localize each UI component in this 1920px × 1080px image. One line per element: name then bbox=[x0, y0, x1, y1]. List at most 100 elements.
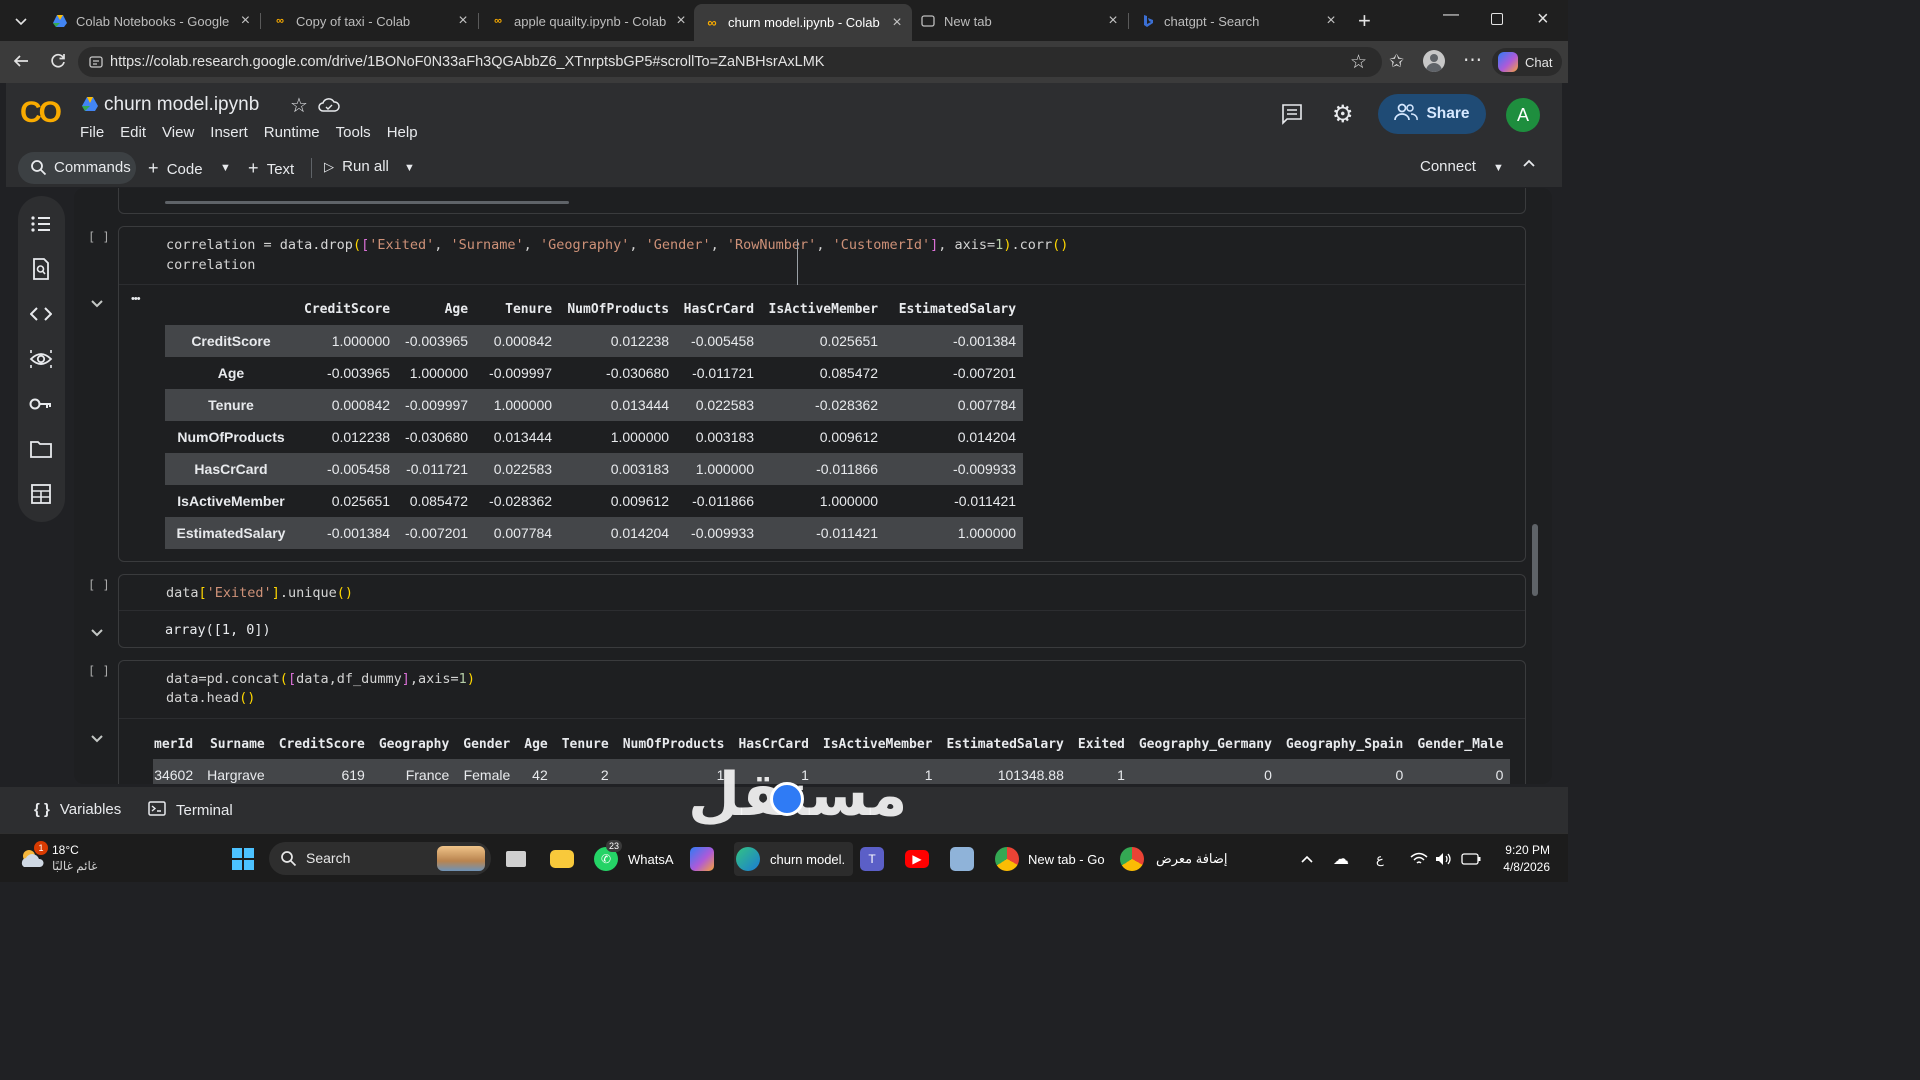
table-cell: 1.000000 bbox=[610, 429, 670, 445]
url-input[interactable]: https://colab.research.google.com/drive/… bbox=[78, 47, 1382, 77]
taskbar-search-box[interactable]: Search bbox=[269, 842, 491, 875]
input-language-indicator[interactable]: ع bbox=[1376, 847, 1384, 871]
browser-tab-apple-quality[interactable]: ∞ apple quailty.ipynb - Colab × bbox=[482, 6, 694, 36]
close-tab-icon[interactable]: × bbox=[674, 12, 688, 30]
settings-gear-icon[interactable]: ⚙ bbox=[1332, 100, 1354, 129]
site-info-icon[interactable] bbox=[88, 54, 104, 75]
close-tab-icon[interactable]: × bbox=[456, 12, 470, 30]
comments-icon[interactable] bbox=[1281, 103, 1303, 130]
close-tab-icon[interactable]: × bbox=[239, 12, 252, 30]
code-editor[interactable]: correlation = data.drop(['Exited', 'Surn… bbox=[119, 227, 1525, 285]
weather-widget[interactable]: 1 18°C غائم غالبًا bbox=[18, 841, 128, 877]
clock[interactable]: 9:20 PM 4/8/2026 bbox=[1496, 842, 1550, 876]
browser-tab-colab-notebooks[interactable]: Colab Notebooks - Google D × bbox=[44, 6, 258, 36]
star-notebook-icon[interactable]: ☆ bbox=[290, 93, 308, 118]
menu-edit[interactable]: Edit bbox=[120, 124, 146, 141]
cloud-save-status-icon[interactable] bbox=[318, 97, 340, 118]
notebook-title[interactable]: churn model.ipynb bbox=[104, 94, 259, 116]
taskbar-chrome-add-exhibit[interactable]: إضافة معرض bbox=[1120, 847, 1228, 871]
collapse-output-chevron-icon[interactable] bbox=[90, 625, 104, 641]
menu-file[interactable]: File bbox=[80, 124, 104, 141]
code-editor[interactable]: data['Exited'].unique() bbox=[119, 575, 1525, 611]
back-arrow-icon[interactable] bbox=[11, 51, 31, 77]
window-close-icon[interactable]: × bbox=[1537, 8, 1549, 31]
taskbar-whatsapp[interactable]: ✆ 23 WhatsA bbox=[594, 840, 674, 871]
taskbar-app[interactable] bbox=[950, 847, 974, 871]
notebook-area[interactable]: [ ] correlation = data.drop(['Exited', '… bbox=[74, 188, 1552, 784]
output-actions-ellipsis[interactable]: ••• bbox=[131, 293, 141, 305]
favorites-icon[interactable]: ✩ bbox=[1389, 51, 1404, 72]
share-button[interactable]: Share bbox=[1378, 94, 1486, 134]
commands-button[interactable]: Commands bbox=[18, 152, 136, 184]
collapse-output-chevron-icon[interactable] bbox=[90, 731, 104, 747]
secrets-eye-icon[interactable] bbox=[29, 347, 53, 371]
run-all-dropdown-icon[interactable]: ▼ bbox=[404, 162, 415, 174]
key-icon[interactable] bbox=[29, 392, 53, 416]
window-minimize-icon[interactable]: — bbox=[1443, 6, 1459, 24]
menu-runtime[interactable]: Runtime bbox=[264, 124, 320, 141]
more-options-icon[interactable]: ⋯ bbox=[1463, 49, 1482, 72]
copilot-chat-button[interactable]: Chat bbox=[1492, 48, 1562, 76]
table-cell: 0 bbox=[1395, 767, 1404, 783]
taskbar-chrome-new-tab[interactable]: New tab - Go bbox=[995, 847, 1105, 871]
close-tab-icon[interactable]: × bbox=[890, 14, 904, 32]
row-index: Tenure bbox=[208, 397, 254, 413]
browser-tab-new-tab[interactable]: New tab × bbox=[912, 6, 1126, 36]
battery-icon[interactable] bbox=[1461, 847, 1481, 871]
close-tab-icon[interactable]: × bbox=[1106, 12, 1120, 30]
bookmark-star-icon[interactable]: ☆ bbox=[1350, 51, 1367, 74]
taskbar-copilot[interactable] bbox=[690, 847, 714, 871]
data-table-icon[interactable] bbox=[29, 482, 53, 506]
horizontal-scrollbar[interactable] bbox=[165, 201, 569, 204]
reload-icon[interactable] bbox=[48, 51, 68, 77]
copilot-icon bbox=[690, 847, 714, 871]
run-all-button[interactable]: ▷ Run all bbox=[324, 158, 389, 175]
table-cell: 0.012238 bbox=[610, 333, 670, 349]
collapse-header-chevron-icon[interactable] bbox=[1522, 156, 1536, 174]
terminal-button[interactable]: Terminal bbox=[148, 801, 233, 820]
connect-dropdown-icon[interactable]: ▼ bbox=[1493, 162, 1504, 174]
wifi-icon[interactable] bbox=[1410, 847, 1428, 871]
add-text-button[interactable]: + Text bbox=[248, 158, 294, 179]
code-cell-unique[interactable]: data['Exited'].unique() array([1, 0]) bbox=[118, 574, 1526, 648]
connect-button[interactable]: Connect bbox=[1420, 158, 1476, 175]
taskbar-youtube[interactable]: ▶ bbox=[905, 847, 929, 871]
system-tray-chevron-icon[interactable] bbox=[1300, 847, 1314, 871]
variables-button[interactable]: { } Variables bbox=[34, 801, 121, 818]
browser-tab-churn-model[interactable]: ∞ churn model.ipynb - Colab × bbox=[694, 4, 912, 41]
account-avatar[interactable]: A bbox=[1506, 98, 1540, 132]
menu-tools[interactable]: Tools bbox=[336, 124, 371, 141]
taskbar-teams[interactable]: T bbox=[860, 847, 884, 871]
collapse-output-chevron-icon[interactable] bbox=[90, 296, 104, 312]
window-restore-icon[interactable] bbox=[1491, 13, 1503, 25]
vertical-scrollbar[interactable] bbox=[1532, 524, 1538, 596]
onedrive-cloud-icon[interactable]: ☁ bbox=[1333, 847, 1349, 871]
table-cell: 1 bbox=[1117, 767, 1125, 783]
taskbar-task-view-icon[interactable] bbox=[506, 847, 526, 871]
add-code-dropdown-icon[interactable]: ▼ bbox=[220, 162, 231, 174]
profile-icon[interactable] bbox=[1423, 50, 1445, 72]
files-folder-icon[interactable] bbox=[29, 437, 53, 461]
table-of-contents-icon[interactable] bbox=[29, 212, 53, 236]
column-header: Age bbox=[444, 301, 469, 317]
close-tab-icon[interactable]: × bbox=[1324, 12, 1338, 30]
taskbar-file-explorer[interactable] bbox=[550, 847, 574, 871]
code-cell-correlation[interactable]: correlation = data.drop(['Exited', 'Surn… bbox=[118, 226, 1526, 562]
code-snippets-icon[interactable] bbox=[29, 302, 53, 326]
browser-tab-copy-of-taxi[interactable]: ∞ Copy of taxi - Colab × bbox=[264, 6, 476, 36]
column-header: Geography bbox=[378, 736, 450, 752]
colab-logo[interactable]: CO bbox=[20, 96, 62, 130]
menu-insert[interactable]: Insert bbox=[210, 124, 248, 141]
menu-view[interactable]: View bbox=[162, 124, 194, 141]
browser-tab-chatgpt-search[interactable]: chatgpt - Search × bbox=[1132, 6, 1344, 36]
code-editor[interactable]: data=pd.concat([data,df_dummy],axis=1) d… bbox=[119, 661, 1525, 719]
taskbar-edge-churn-model[interactable]: churn model. bbox=[734, 842, 854, 876]
code-cell-concat[interactable]: data=pd.concat([data,df_dummy],axis=1) d… bbox=[118, 660, 1526, 784]
start-windows-icon[interactable] bbox=[231, 847, 255, 871]
menu-help[interactable]: Help bbox=[387, 124, 418, 141]
new-tab-plus-icon[interactable]: + bbox=[1358, 8, 1371, 34]
tab-list-icon[interactable] bbox=[12, 12, 30, 30]
volume-icon[interactable] bbox=[1435, 847, 1453, 871]
add-code-button[interactable]: + Code bbox=[148, 158, 203, 179]
find-replace-icon[interactable] bbox=[29, 257, 53, 281]
